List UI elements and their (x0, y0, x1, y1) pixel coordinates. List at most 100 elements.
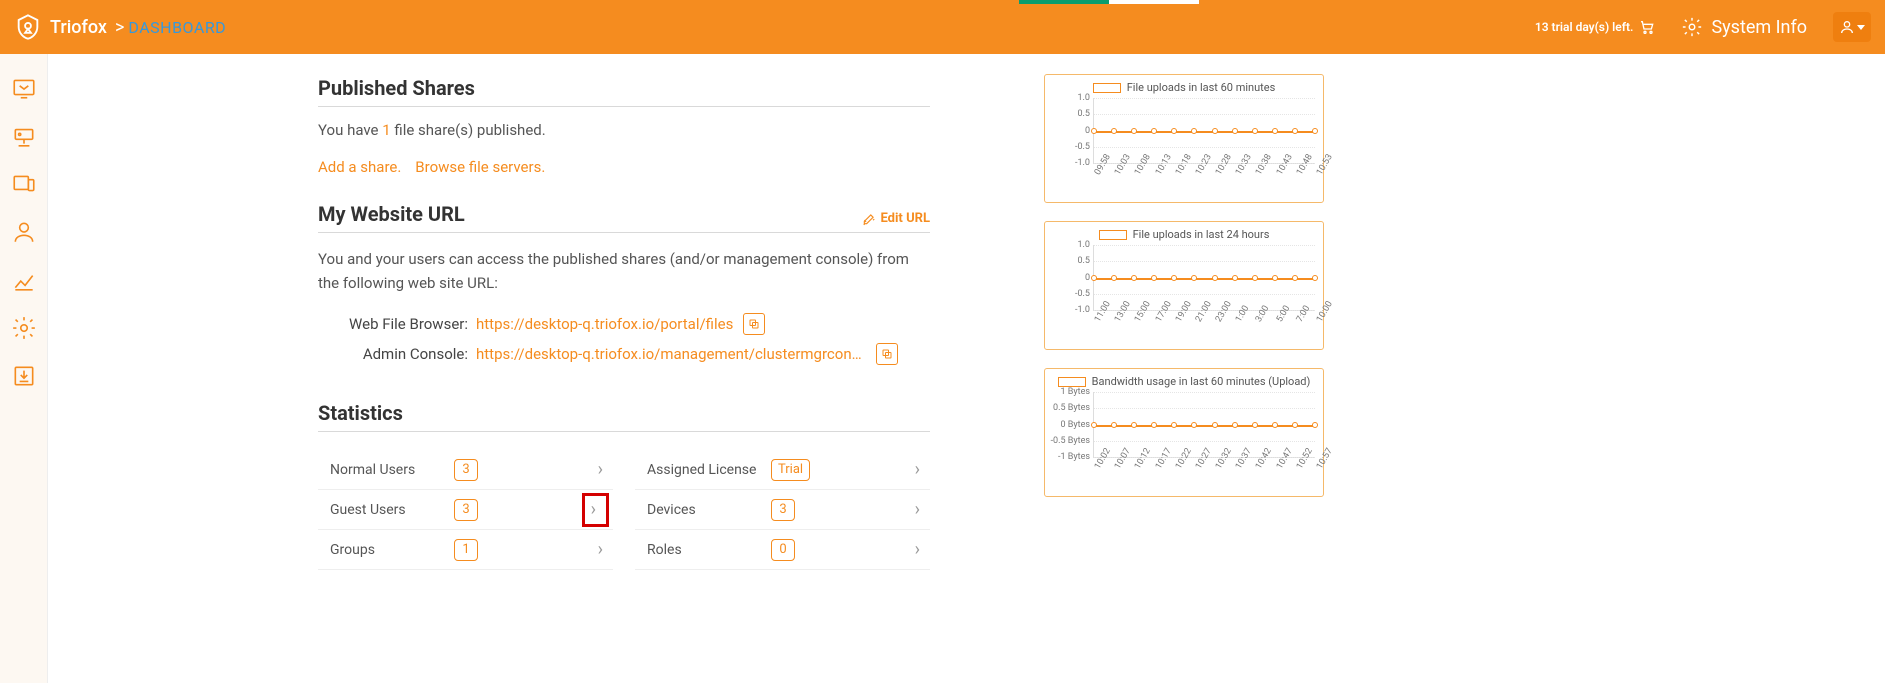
url-row-browser: Web File Browser: https://desktop-q.trio… (318, 313, 930, 335)
stat-assigned-license[interactable]: Assigned License Trial › (635, 450, 930, 490)
chart-ytick: 0 (1085, 126, 1090, 136)
breadcrumb-current[interactable]: DASHBOARD (128, 18, 226, 37)
stat-guest-users[interactable]: Guest Users 3 › (318, 490, 613, 530)
statistics-title: Statistics (318, 401, 930, 432)
chart-ytick: -0.5 (1075, 289, 1090, 299)
chart-swatch (1093, 83, 1121, 93)
chart-xtick: 10:00 (1315, 300, 1335, 324)
chart-ytick: 0 (1085, 273, 1090, 283)
chart-swatch (1058, 377, 1086, 387)
system-info-label: System Info (1711, 17, 1807, 38)
gear-icon (1681, 16, 1703, 38)
website-url-desc: You and your users can access the publis… (318, 247, 930, 295)
chart-ytick: 0.5 (1078, 109, 1091, 119)
chart-swatch (1099, 230, 1127, 240)
stat-badge: 3 (454, 499, 478, 521)
reports-icon[interactable] (10, 266, 38, 294)
chart-ytick: 0.5 (1078, 256, 1091, 266)
published-shares-title: Published Shares (318, 76, 930, 107)
stat-roles[interactable]: Roles 0 › (635, 530, 930, 570)
chart-xtick: 10:57 (1315, 447, 1335, 471)
devices-icon[interactable] (10, 170, 38, 198)
brand-logo-icon (14, 13, 42, 41)
chevron-down-icon (1857, 25, 1865, 30)
chart-ytick: 0 Bytes (1060, 420, 1090, 430)
chart-ytick: -1.0 (1075, 158, 1090, 168)
stat-label: Roles (647, 542, 767, 558)
edit-url-label: Edit URL (880, 211, 930, 226)
chart-ytick: 1.0 (1078, 240, 1091, 250)
stat-devices[interactable]: Devices 3 › (635, 490, 930, 530)
user-menu[interactable] (1833, 12, 1871, 42)
shares-post: file share(s) published. (391, 121, 546, 139)
settings-icon[interactable] (10, 314, 38, 342)
stat-badge: 0 (771, 539, 795, 561)
breadcrumb-separator: > (115, 17, 124, 38)
stat-badge: 1 (454, 539, 478, 561)
stat-label: Groups (330, 542, 450, 558)
chart-ytick: -0.5 Bytes (1051, 436, 1090, 446)
shares-icon[interactable] (10, 74, 38, 102)
chart-title: Bandwidth usage in last 60 minutes (Uplo… (1092, 375, 1311, 388)
chart-ytick: 0.5 Bytes (1053, 403, 1090, 413)
chart-ytick: 1 Bytes (1060, 387, 1090, 397)
chart-ytick: -1.0 (1075, 305, 1090, 315)
url-value-browser[interactable]: https://desktop-q.triofox.io/portal/file… (476, 315, 733, 333)
chart-ytick: -0.5 (1075, 142, 1090, 152)
browse-servers-link[interactable]: Browse file servers. (415, 158, 545, 176)
top-right: 13 trial day(s) left. System Info (1535, 0, 1885, 54)
top-bar: Triofox > DASHBOARD 13 trial day(s) left… (0, 0, 1885, 54)
trial-progress (1019, 0, 1199, 4)
statistics-grid: Normal Users 3 › Guest Users 3 › Groups … (318, 450, 930, 570)
stat-groups[interactable]: Groups 1 › (318, 530, 613, 570)
url-label-admin: Admin Console: (318, 345, 468, 363)
stat-label: Guest Users (330, 502, 450, 518)
shares-count: 1 (382, 121, 390, 139)
content-column: Published Shares You have 1 file share(s… (318, 76, 930, 570)
stat-badge: Trial (771, 459, 810, 481)
stats-col-left: Normal Users 3 › Guest Users 3 › Groups … (318, 450, 613, 570)
edit-url-link[interactable]: Edit URL (862, 211, 930, 226)
stat-label: Assigned License (647, 462, 767, 478)
servers-icon[interactable] (10, 122, 38, 150)
url-label-browser: Web File Browser: (318, 315, 468, 333)
stat-badge: 3 (771, 499, 795, 521)
chevron-right-icon: › (915, 459, 926, 480)
copy-browser-url-button[interactable] (743, 313, 765, 335)
trial-text: 13 trial day(s) left. (1535, 20, 1634, 34)
users-icon[interactable] (10, 218, 38, 246)
chevron-right-icon: › (915, 539, 926, 560)
published-shares-summary: You have 1 file share(s) published. (318, 121, 930, 139)
chart-title: File uploads in last 60 minutes (1127, 81, 1276, 94)
cart-icon[interactable] (1639, 19, 1655, 35)
stat-label: Devices (647, 502, 767, 518)
chart-box: Bandwidth usage in last 60 minutes (Uplo… (1044, 368, 1324, 497)
chart-box: File uploads in last 60 minutes 1.0 0.5 0 -0… (1044, 74, 1324, 203)
copy-admin-url-button[interactable] (876, 343, 898, 365)
chevron-right-icon: › (591, 499, 596, 520)
trial-info[interactable]: 13 trial day(s) left. (1535, 19, 1656, 35)
website-url-title-row: My Website URL Edit URL (318, 202, 930, 233)
url-row-admin: Admin Console: https://desktop-q.triofox… (318, 343, 930, 365)
url-value-admin[interactable]: https://desktop-q.triofox.io/management/… (476, 345, 866, 363)
website-url-title: My Website URL (318, 202, 465, 226)
chart-ytick: -1 Bytes (1058, 452, 1090, 462)
stat-label: Normal Users (330, 462, 450, 478)
add-share-link[interactable]: Add a share. (318, 158, 401, 176)
main: Published Shares You have 1 file share(s… (48, 54, 1885, 570)
download-icon[interactable] (10, 362, 38, 390)
share-actions: Add a share. Browse file servers. (318, 157, 930, 176)
chevron-right-icon: › (915, 499, 926, 520)
chart-box: File uploads in last 24 hours 1.0 0.5 0 -0.5… (1044, 221, 1324, 350)
chevron-right-icon: › (598, 539, 609, 560)
left-rail (0, 54, 48, 683)
system-info-link[interactable]: System Info (1681, 16, 1807, 38)
brand-name[interactable]: Triofox (50, 17, 107, 38)
stat-normal-users[interactable]: Normal Users 3 › (318, 450, 613, 490)
stats-col-right: Assigned License Trial › Devices 3 › Rol… (635, 450, 930, 570)
chevron-right-icon: › (598, 459, 609, 480)
stat-badge: 3 (454, 459, 478, 481)
guest-users-highlight: › (582, 493, 609, 527)
chart-title: File uploads in last 24 hours (1133, 228, 1270, 241)
chart-ytick: 1.0 (1078, 93, 1091, 103)
